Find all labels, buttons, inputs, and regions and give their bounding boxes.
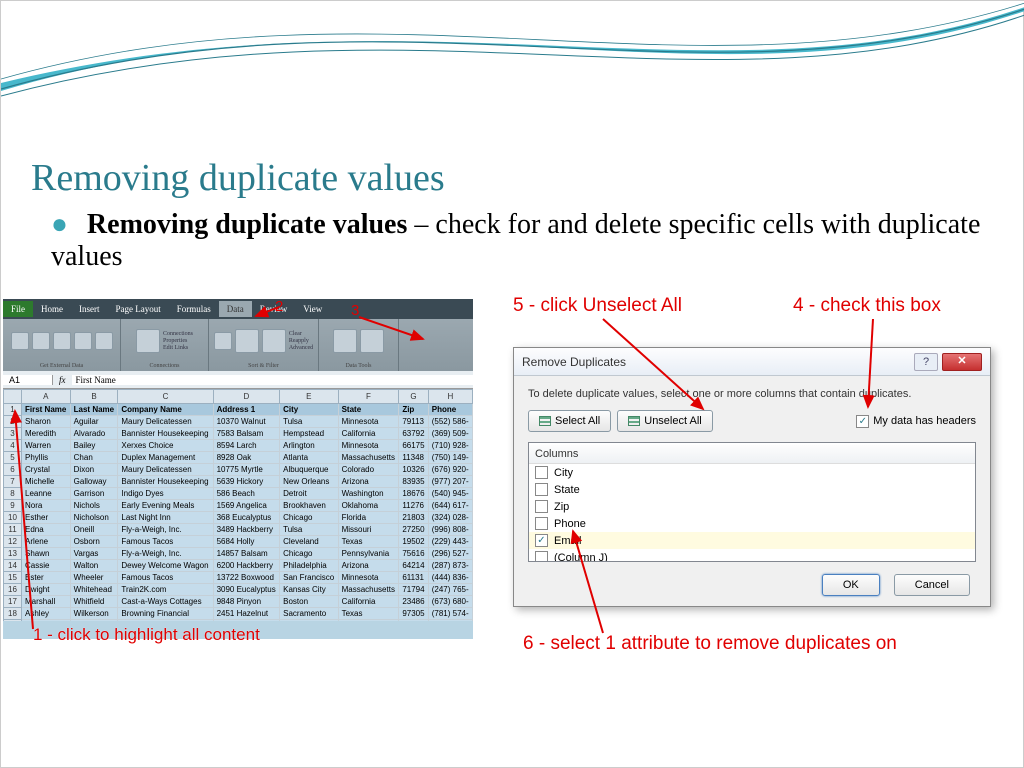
ribbon-group-external: Get External Data [40, 363, 83, 369]
ribbon-tab-page-layout[interactable]: Page Layout [108, 301, 169, 317]
btn-connections[interactable]: Connections [163, 331, 193, 338]
ribbon-tab-file[interactable]: File [3, 301, 33, 317]
column-checkbox[interactable] [535, 483, 548, 496]
column-item-state[interactable]: State [529, 481, 975, 498]
name-box[interactable]: A1 [3, 375, 53, 385]
ribbon-tabs: FileHomeInsertPage LayoutFormulasDataRev… [3, 299, 473, 319]
close-button[interactable]: ✕ [942, 353, 982, 371]
ribbon-tab-view[interactable]: View [295, 301, 330, 317]
headers-checkbox[interactable]: ✓ [856, 415, 869, 428]
ribbon-group-sort: Sort & Filter [248, 363, 279, 369]
help-button[interactable]: ? [914, 353, 938, 371]
headers-check-text: My data has headers [873, 415, 976, 427]
dialog-title: Remove Duplicates [522, 355, 914, 369]
columns-list[interactable]: Columns CityStateZipPhone✓Email(Column J… [528, 442, 976, 562]
btn-advanced[interactable]: Advanced [289, 345, 313, 352]
column-checkbox[interactable] [535, 500, 548, 513]
btn-edit-links[interactable]: Edit Links [163, 345, 193, 352]
ribbon-tab-insert[interactable]: Insert [71, 301, 108, 317]
annotation-6: 6 - select 1 attribute to remove duplica… [523, 633, 897, 655]
annotation-5: 5 - click Unselect All [513, 295, 682, 317]
bullet-item: ● Removing duplicate values – check for … [51, 209, 993, 273]
headers-checkbox-label[interactable]: ✓ My data has headers [856, 415, 976, 428]
annotation-4: 4 - check this box [793, 295, 941, 317]
excel-screenshot: FileHomeInsertPage LayoutFormulasDataRev… [3, 299, 473, 639]
dialog-titlebar: Remove Duplicates ? ✕ [514, 348, 990, 376]
btn-reapply[interactable]: Reapply [289, 338, 313, 345]
remove-duplicates-dialog: Remove Duplicates ? ✕ To delete duplicat… [513, 347, 991, 607]
column-item-phone[interactable]: Phone [529, 515, 975, 532]
wave-decoration [1, 1, 1024, 151]
formula-bar: A1 fx First Name [3, 371, 473, 389]
select-all-button[interactable]: Select All [528, 410, 611, 432]
column-item--column-j-[interactable]: (Column J) [529, 549, 975, 562]
ribbon-group-tools: Data Tools [346, 363, 372, 369]
column-item-email[interactable]: ✓Email [529, 532, 975, 549]
columns-header: Columns [529, 445, 975, 464]
btn-clear[interactable]: Clear [289, 331, 313, 338]
column-checkbox[interactable] [535, 466, 548, 479]
column-item-zip[interactable]: Zip [529, 498, 975, 515]
column-checkbox[interactable] [535, 551, 548, 562]
excel-ribbon: FileHomeInsertPage LayoutFormulasDataRev… [3, 299, 473, 371]
annotation-1: 1 - click to highlight all content [33, 625, 260, 645]
cancel-button[interactable]: Cancel [894, 574, 970, 596]
ribbon-tab-review[interactable]: Review [252, 301, 296, 317]
unselect-all-button[interactable]: Unselect All [617, 410, 712, 432]
slide-title: Removing duplicate values [31, 156, 445, 200]
bullet-dot: ● [51, 209, 68, 240]
ribbon-group-conn: Connections [150, 363, 180, 369]
ribbon-tab-home[interactable]: Home [33, 301, 71, 317]
formula-content[interactable]: First Name [72, 375, 474, 385]
fx-icon[interactable]: fx [53, 375, 72, 385]
bullet-bold: Removing duplicate values [87, 209, 407, 240]
column-checkbox[interactable]: ✓ [535, 534, 548, 547]
dialog-instruction: To delete duplicate values, select one o… [528, 388, 976, 400]
unselect-all-icon [628, 416, 640, 426]
btn-properties[interactable]: Properties [163, 338, 193, 345]
ribbon-tab-formulas[interactable]: Formulas [169, 301, 219, 317]
worksheet[interactable]: ABCDEFGH1First NameLast NameCompany Name… [3, 389, 473, 621]
select-all-icon [539, 416, 551, 426]
ribbon-groups: Get External Data ConnectionsPropertiesE… [3, 319, 473, 371]
ok-button[interactable]: OK [822, 574, 880, 596]
ribbon-tab-data[interactable]: Data [219, 301, 252, 317]
column-checkbox[interactable] [535, 517, 548, 530]
column-item-city[interactable]: City [529, 464, 975, 481]
